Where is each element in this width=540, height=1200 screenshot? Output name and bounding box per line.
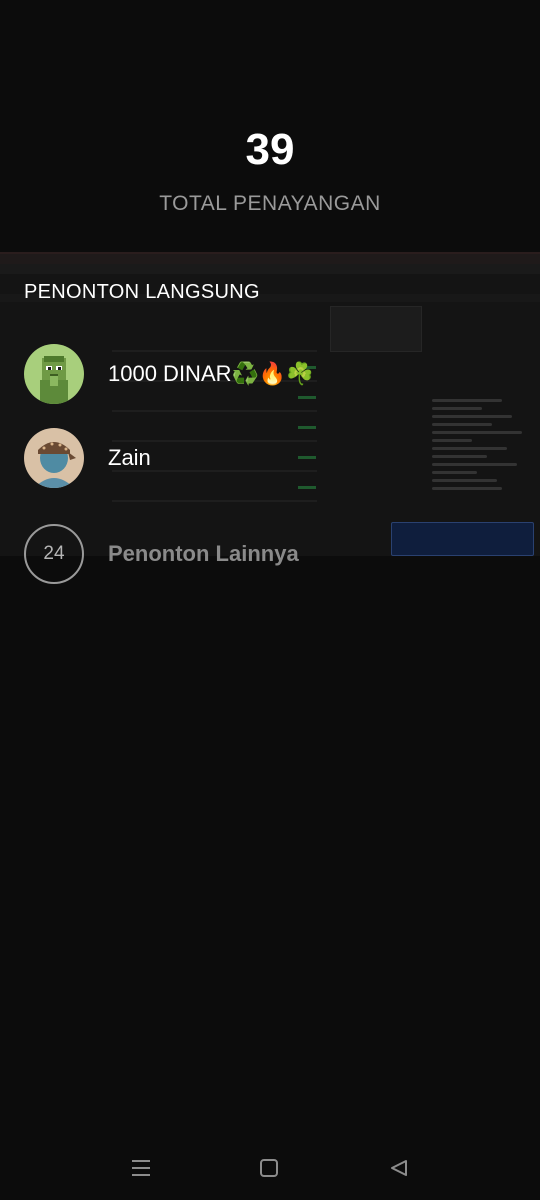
live-viewers-title: PENONTON LANGSUNG [24, 281, 260, 303]
green-character-avatar [24, 344, 84, 404]
menu-icon[interactable] [123, 1152, 159, 1184]
home-square-icon[interactable] [251, 1152, 287, 1184]
other-viewers-count: 24 [24, 524, 84, 584]
viewer-name: Zain [108, 445, 151, 470]
system-navigation-bar [0, 1136, 540, 1200]
other-viewers-row[interactable]: 24 Penonton Lainnya [24, 524, 524, 584]
viewer-name: 1000 DINAR♻️🔥☘️ [108, 361, 314, 386]
viewer-row[interactable]: 1000 DINAR♻️🔥☘️ [24, 344, 524, 404]
total-views-count: 39 [245, 125, 295, 174]
viewer-row[interactable]: Zain [24, 428, 524, 488]
bandana-person-avatar [24, 428, 84, 488]
total-views-label: TOTAL PENAYANGAN [159, 192, 381, 215]
back-triangle-icon[interactable] [381, 1152, 417, 1184]
other-viewers-label: Penonton Lainnya [108, 541, 299, 566]
view-stats: 39 TOTAL PENAYANGAN [0, 120, 540, 216]
